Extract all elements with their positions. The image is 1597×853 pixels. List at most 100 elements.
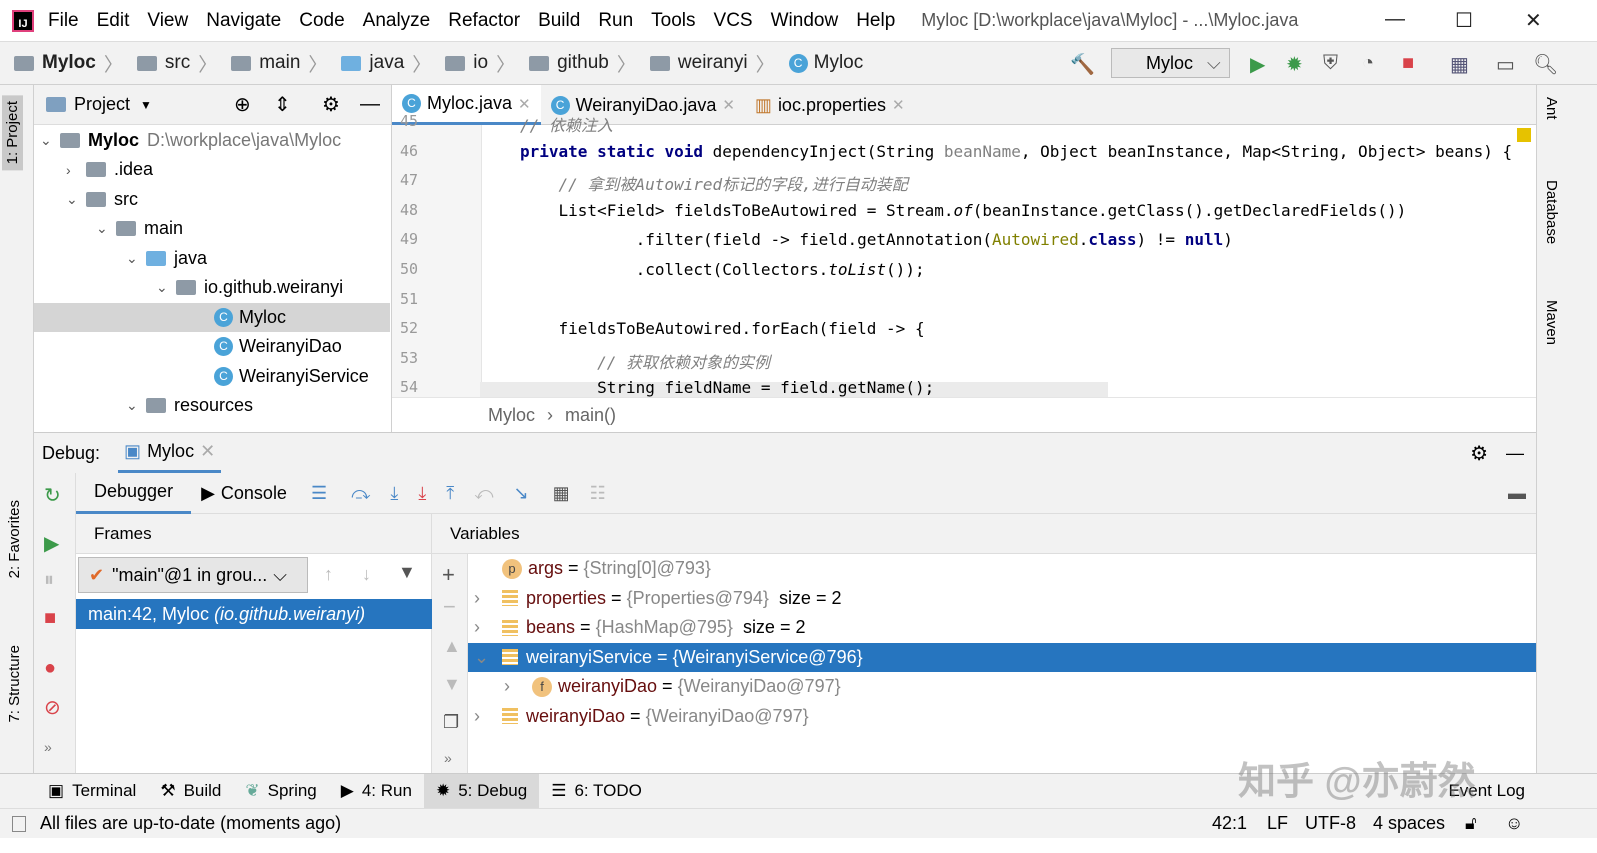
frame-item[interactable]: main:42, Myloc (io.github.weiranyi): [76, 599, 432, 629]
thread-select[interactable]: ✔"main"@1 in grou...⌵: [78, 557, 308, 593]
remove-watch-icon[interactable]: −: [443, 594, 456, 620]
expand-arrow-icon[interactable]: ›: [504, 676, 532, 697]
expand-arrow-icon[interactable]: ⌄: [474, 647, 502, 668]
code-line[interactable]: private static void dependencyInject(Str…: [520, 142, 1512, 161]
menu-vcs[interactable]: VCS: [714, 10, 753, 32]
close-tab-icon[interactable]: ✕: [722, 96, 735, 114]
debug-session-tab[interactable]: ▣Myloc✕: [118, 433, 221, 473]
presentation-icon[interactable]: ▭: [1496, 52, 1515, 77]
next-frame-icon[interactable]: ↓: [362, 564, 371, 585]
menu-view[interactable]: View: [147, 10, 188, 32]
step-over-icon[interactable]: ⤼: [351, 483, 370, 504]
tab-project[interactable]: 1: Project: [2, 95, 23, 170]
breadcrumb-io[interactable]: io〉: [445, 50, 515, 77]
collapse-all-icon[interactable]: ⇕: [274, 92, 291, 117]
mute-breakpoints-icon[interactable]: ⊘: [44, 695, 61, 720]
variable-row[interactable]: ›weiranyiDao = {WeiranyiDao@797}: [468, 702, 1536, 731]
resume-icon[interactable]: ▶: [44, 531, 59, 556]
breadcrumb-project[interactable]: Myloc〉: [14, 50, 123, 77]
tab-database[interactable]: Database: [1543, 180, 1560, 244]
tree-item-src[interactable]: ⌄src: [66, 185, 138, 214]
tree-item-main[interactable]: ⌄main: [96, 214, 183, 243]
close-session-icon[interactable]: ✕: [200, 441, 215, 462]
move-down-icon[interactable]: ▼: [443, 674, 461, 695]
layout-settings-icon[interactable]: ▬: [1508, 483, 1526, 504]
tab-console[interactable]: ▶Console: [191, 483, 297, 504]
tab-terminal[interactable]: ▣Terminal: [36, 774, 148, 809]
pause-icon[interactable]: ⏸: [44, 569, 54, 592]
tab-ant[interactable]: Ant: [1543, 97, 1560, 120]
expand-arrow-icon[interactable]: ›: [474, 706, 502, 727]
tab-spring[interactable]: ❦Spring: [233, 774, 328, 809]
line-separator[interactable]: LF: [1267, 813, 1288, 834]
breadcrumb-java[interactable]: java〉: [341, 50, 431, 77]
run-to-cursor-icon[interactable]: ↘: [514, 483, 529, 504]
menu-help[interactable]: Help: [856, 10, 895, 32]
menu-tools[interactable]: Tools: [651, 10, 695, 32]
more-icon[interactable]: »: [444, 750, 452, 766]
tab-favorites[interactable]: 2: Favorites: [6, 500, 23, 578]
copy-icon[interactable]: ❐: [443, 712, 459, 733]
status-toggle-icon[interactable]: [12, 816, 26, 832]
menu-build[interactable]: Build: [538, 10, 580, 32]
code-line[interactable]: .filter(field -> field.getAnnotation(Aut…: [520, 230, 1233, 249]
code-line[interactable]: List<Field> fieldsToBeAutowired = Stream…: [520, 201, 1406, 220]
code-line[interactable]: fieldsToBeAutowired.forEach(field -> {: [520, 319, 925, 338]
tab-run[interactable]: ▶4: Run: [329, 774, 424, 809]
step-out-icon[interactable]: ⤒: [446, 483, 454, 504]
breadcrumb-main[interactable]: main〉: [231, 50, 327, 77]
stop-icon[interactable]: ■: [1402, 52, 1414, 75]
hide-panel-icon[interactable]: —: [360, 93, 380, 116]
close-tab-icon[interactable]: ✕: [518, 95, 531, 113]
indent-setting[interactable]: 4 spaces: [1373, 813, 1445, 834]
code-line[interactable]: // 依赖注入: [520, 112, 613, 136]
code-line[interactable]: .collect(Collectors.toList());: [520, 260, 925, 279]
expand-arrow-icon[interactable]: ›: [474, 588, 502, 609]
settings-gear-icon[interactable]: ⚙: [322, 92, 340, 117]
minimize-button[interactable]: —: [1385, 8, 1405, 31]
breadcrumb-src[interactable]: src〉: [137, 50, 217, 77]
menu-analyze[interactable]: Analyze: [363, 10, 431, 32]
code-line[interactable]: // 拿到被Autowired标记的字段,进行自动装配: [520, 171, 908, 195]
tree-item-root[interactable]: ⌄MylocD:\workplace\java\Myloc: [40, 126, 341, 155]
tree-item-weiranyiservice[interactable]: CWeiranyiService: [214, 362, 369, 391]
tab-todo[interactable]: ☰6: TODO: [539, 774, 654, 809]
force-step-into-icon[interactable]: ⤓: [418, 483, 426, 504]
move-up-icon[interactable]: ▲: [443, 636, 461, 657]
menu-code[interactable]: Code: [299, 10, 344, 32]
drop-frame-icon[interactable]: ⤺: [474, 483, 493, 504]
add-watch-icon[interactable]: +: [442, 562, 455, 588]
profile-icon[interactable]: ◔: [1362, 52, 1374, 75]
previous-frame-icon[interactable]: ↑: [324, 564, 333, 585]
view-breakpoints-icon[interactable]: ●: [44, 657, 56, 680]
tree-item-weiranyidao[interactable]: CWeiranyiDao: [214, 332, 342, 361]
tab-debug[interactable]: ✹5: Debug: [424, 774, 539, 809]
coverage-icon[interactable]: ⛨: [1323, 52, 1338, 75]
hide-panel-icon[interactable]: —: [1506, 443, 1524, 464]
trace-icon[interactable]: ☷: [590, 483, 606, 504]
variable-row[interactable]: ⌄weiranyiService = {WeiranyiService@796}: [468, 643, 1536, 672]
tab-debugger[interactable]: Debugger: [76, 473, 191, 514]
build-hammer-icon[interactable]: 🔨: [1070, 52, 1095, 77]
tab-structure[interactable]: 7: Structure: [6, 645, 23, 723]
close-tab-icon[interactable]: ✕: [892, 96, 905, 114]
more-icon[interactable]: »: [44, 739, 52, 755]
tree-item-java[interactable]: ⌄java: [126, 244, 207, 273]
run-configuration-select[interactable]: Myloc⌵: [1111, 48, 1230, 78]
tab-build[interactable]: ⚒Build: [148, 774, 233, 809]
tree-item-package[interactable]: ⌄io.github.weiranyi: [156, 273, 343, 302]
project-structure-icon[interactable]: ▦: [1450, 52, 1469, 77]
variable-row[interactable]: pargs = {String[0]@793}: [468, 554, 1536, 583]
tree-item-myloc[interactable]: CMyloc: [34, 303, 390, 332]
code-line[interactable]: String fieldName = field.getName();: [520, 378, 934, 397]
stop-icon[interactable]: ■: [44, 607, 56, 630]
notifications-icon[interactable]: ☺: [1505, 813, 1523, 834]
rerun-icon[interactable]: ↻: [44, 483, 61, 508]
breadcrumb-weiranyi[interactable]: weiranyi〉: [650, 50, 775, 77]
settings-gear-icon[interactable]: ⚙: [1470, 441, 1488, 466]
expand-arrow-icon[interactable]: ›: [474, 617, 502, 638]
tab-ioc-properties[interactable]: ▥ioc.properties✕: [745, 85, 915, 125]
filter-icon[interactable]: ▼: [398, 562, 416, 583]
breadcrumb-class[interactable]: Myloc: [488, 405, 535, 426]
debug-icon[interactable]: ✹: [1286, 52, 1303, 77]
